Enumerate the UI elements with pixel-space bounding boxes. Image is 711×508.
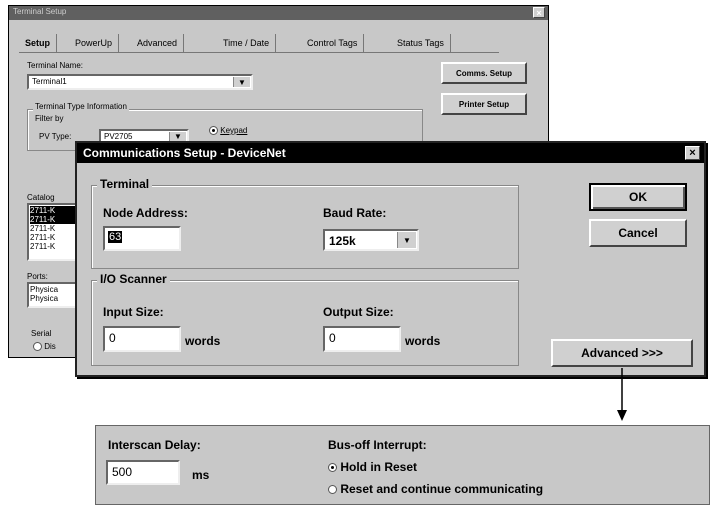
- list-item[interactable]: Physica: [30, 285, 76, 294]
- input-size-input[interactable]: 0: [103, 326, 181, 352]
- terminal-name-value: Terminal1: [32, 77, 67, 86]
- comms-setup-dialog: Communications Setup - DeviceNet × Termi…: [75, 141, 706, 377]
- serial-label: Serial: [31, 329, 52, 338]
- hold-in-reset-radio[interactable]: Hold in Reset: [328, 460, 417, 474]
- serial-disabled-radio[interactable]: Dis: [33, 342, 56, 352]
- io-scanner-group-label: I/O Scanner: [97, 272, 170, 286]
- advanced-button[interactable]: Advanced >>>: [551, 339, 693, 367]
- ports-label: Ports:: [27, 272, 48, 281]
- baud-rate-label: Baud Rate:: [323, 206, 387, 220]
- interscan-delay-value: 500: [112, 465, 133, 479]
- terminal-group-label: Terminal: [97, 177, 153, 191]
- list-item[interactable]: 2711-K: [30, 242, 76, 251]
- tab-advanced[interactable]: Advanced: [131, 34, 185, 52]
- ok-button[interactable]: OK: [589, 183, 687, 211]
- terminal-setup-title: Terminal Setup: [13, 7, 67, 16]
- tab-status-tags[interactable]: Status Tags: [391, 34, 451, 52]
- chevron-down-icon[interactable]: ▼: [397, 232, 416, 248]
- output-size-input[interactable]: 0: [323, 326, 401, 352]
- output-size-label: Output Size:: [323, 305, 394, 319]
- bus-off-label: Bus-off Interrupt:: [328, 438, 427, 452]
- terminal-name-dropdown[interactable]: Terminal1 ▼: [27, 74, 253, 90]
- comms-setup-title: Communications Setup - DeviceNet: [83, 146, 286, 160]
- hold-in-reset-label: Hold in Reset: [340, 460, 418, 474]
- comms-setup-titlebar: Communications Setup - DeviceNet ×: [77, 143, 704, 163]
- chevron-down-icon: ▼: [233, 77, 250, 87]
- comms-setup-close-button[interactable]: ×: [685, 146, 700, 160]
- catalog-list[interactable]: 2711-K 2711-K 2711-K 2711-K 2711-K: [27, 203, 79, 261]
- tab-control-tags[interactable]: Control Tags: [301, 34, 365, 52]
- terminal-setup-close-button[interactable]: ×: [533, 7, 545, 18]
- ports-list[interactable]: Physica Physica: [27, 282, 79, 308]
- input-size-units: words: [185, 334, 221, 348]
- terminal-setup-titlebar: Terminal Setup ×: [9, 6, 548, 20]
- tab-powerup[interactable]: PowerUp: [69, 34, 120, 52]
- terminal-type-group-label: Terminal Type Information: [33, 102, 129, 111]
- list-item[interactable]: 2711-K: [30, 206, 76, 215]
- radio-icon: [33, 342, 42, 352]
- printer-setup-button[interactable]: Printer Setup: [441, 93, 527, 115]
- list-item[interactable]: Physica: [30, 294, 76, 303]
- tab-setup[interactable]: Setup: [19, 34, 58, 52]
- cancel-button[interactable]: Cancel: [589, 219, 687, 247]
- io-scanner-group: [91, 280, 519, 366]
- pv-type-value: PV2705: [104, 132, 133, 141]
- terminal-setup-tabs: Setup PowerUp Advanced Time / Date Contr…: [19, 34, 499, 53]
- list-item[interactable]: 2711-K: [30, 233, 76, 242]
- radio-icon: [209, 126, 218, 136]
- keypad-radio[interactable]: Keypad: [209, 126, 247, 136]
- input-size-label: Input Size:: [103, 305, 164, 319]
- output-size-units: words: [405, 334, 441, 348]
- radio-selected-icon: [328, 463, 337, 473]
- pv-type-label: PV Type:: [39, 132, 72, 141]
- advanced-panel: Interscan Delay: 500 ms Bus-off Interrup…: [95, 425, 710, 505]
- list-item[interactable]: 2711-K: [30, 215, 76, 224]
- terminal-name-label: Terminal Name:: [27, 61, 84, 70]
- comms-setup-button[interactable]: Comms. Setup: [441, 62, 527, 84]
- interscan-delay-input[interactable]: 500: [106, 460, 180, 485]
- reset-continue-label: Reset and continue communicating: [340, 482, 544, 496]
- reset-continue-radio[interactable]: Reset and continue communicating: [328, 482, 543, 496]
- output-size-value: 0: [329, 331, 336, 345]
- input-size-value: 0: [109, 331, 116, 345]
- tab-time-date[interactable]: Time / Date: [217, 34, 277, 52]
- close-icon: ×: [689, 147, 696, 159]
- chevron-down-icon: ▼: [169, 132, 186, 141]
- list-item[interactable]: 2711-K: [30, 224, 76, 233]
- node-address-value: 63: [108, 231, 123, 243]
- interscan-delay-label: Interscan Delay:: [108, 438, 201, 452]
- baud-rate-dropdown[interactable]: 125k ▼: [323, 229, 419, 251]
- node-address-label: Node Address:: [103, 206, 188, 220]
- interscan-delay-units: ms: [192, 468, 210, 482]
- close-icon: ×: [536, 7, 542, 18]
- radio-icon: [328, 485, 337, 495]
- baud-rate-value: 125k: [329, 234, 356, 248]
- filter-by-label: Filter by: [35, 114, 64, 123]
- down-arrow-icon: [617, 368, 627, 421]
- node-address-input[interactable]: 63: [103, 226, 181, 251]
- catalog-label: Catalog: [27, 193, 55, 202]
